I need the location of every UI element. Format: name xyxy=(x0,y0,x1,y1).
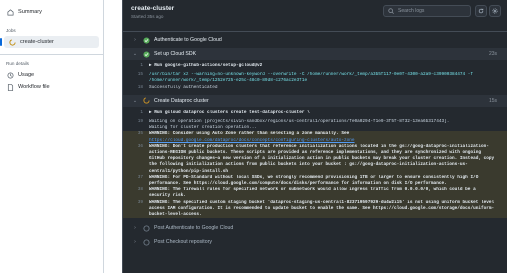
usage-label: Usage xyxy=(18,72,35,78)
success-check-icon xyxy=(142,36,150,44)
pending-icon xyxy=(142,224,150,232)
log-line-warning: 36 WARNING: Don't create production clust… xyxy=(123,143,507,175)
run-details-heading: Run details xyxy=(6,61,29,66)
header-divider xyxy=(123,31,507,32)
settings-button[interactable] xyxy=(489,5,501,17)
refresh-icon xyxy=(478,8,484,14)
job-item-create-cluster[interactable]: create-cluster xyxy=(0,36,99,48)
log-line: 1 ▶ Run google-github-actions/setup-gclou… xyxy=(140,63,263,68)
sidebar: Summary Jobs create-cluster Run details … xyxy=(0,0,104,273)
log-line-warning: 37 WARNING: For PD-Standard without local… xyxy=(123,174,507,188)
step-setup-cloud-sdk[interactable]: ⌄ Set up Cloud SDK 23s xyxy=(123,48,507,60)
step-label: Create Dataproc cluster xyxy=(154,97,209,104)
job-header: create-cluster Started 35s ago xyxy=(123,0,507,31)
jobs-heading: Jobs xyxy=(6,28,16,33)
chevron-down-icon: ⌄ xyxy=(132,51,138,57)
step-duration: 23s xyxy=(488,51,497,57)
in-progress-icon xyxy=(142,97,150,105)
search-icon xyxy=(388,7,395,15)
summary-link[interactable]: Summary xyxy=(0,6,103,18)
home-icon xyxy=(6,8,14,16)
gear-icon xyxy=(492,8,498,14)
chevron-right-icon: › xyxy=(134,37,136,43)
success-check-icon xyxy=(142,50,150,58)
sdk-log-output: 1 ▶ Run google-github-actions/setup-gclou… xyxy=(123,60,507,91)
file-icon xyxy=(6,83,14,91)
search-logs-input[interactable] xyxy=(398,8,468,14)
step-label: Post Authenticate to Google Cloud xyxy=(154,225,234,232)
log-line-warning: 39 WARNING: The specified custom staging … xyxy=(123,199,507,219)
in-progress-icon xyxy=(8,38,16,46)
search-logs-field[interactable] xyxy=(383,5,471,17)
step-label: Authenticate to Google Cloud xyxy=(154,37,222,43)
chevron-right-icon: › xyxy=(134,225,136,232)
workflow-file-label: Workflow file xyxy=(18,84,50,90)
job-log-panel: create-cluster Started 35s ago › Authent… xyxy=(122,0,507,273)
step-duration: 15s xyxy=(488,97,497,104)
dataproc-log-output: 1 ▶ Run gcloud dataproc clusters create t… xyxy=(123,107,507,219)
step-create-dataproc-cluster[interactable]: ⌄ Create Dataproc cluster 15s xyxy=(123,94,507,107)
log-line: 1 ▶ Run gcloud dataproc clusters create t… xyxy=(140,109,310,115)
refresh-button[interactable] xyxy=(475,5,487,17)
log-line-warning: 38 WARNING: The firewall rules for specif… xyxy=(123,187,507,200)
chevron-right-icon: › xyxy=(134,239,136,246)
divider xyxy=(0,54,103,55)
step-post-checkout[interactable]: › Post Checkout repository xyxy=(123,236,507,248)
pending-icon xyxy=(142,238,150,246)
step-post-authenticate[interactable]: › Post Authenticate to Google Cloud xyxy=(123,222,507,234)
usage-link[interactable]: Usage xyxy=(0,69,103,81)
log-line: 18 Successfully authenticated xyxy=(137,84,218,90)
workflow-file-link[interactable]: Workflow file xyxy=(0,81,103,93)
step-label: Set up Cloud SDK xyxy=(154,51,197,57)
step-authenticate[interactable]: › Authenticate to Google Cloud xyxy=(123,34,507,46)
chevron-down-icon: ⌄ xyxy=(132,97,138,104)
step-label: Post Checkout repository xyxy=(154,239,212,246)
job-item-label: create-cluster xyxy=(20,39,54,45)
clock-icon xyxy=(6,71,14,79)
summary-label: Summary xyxy=(18,9,42,15)
